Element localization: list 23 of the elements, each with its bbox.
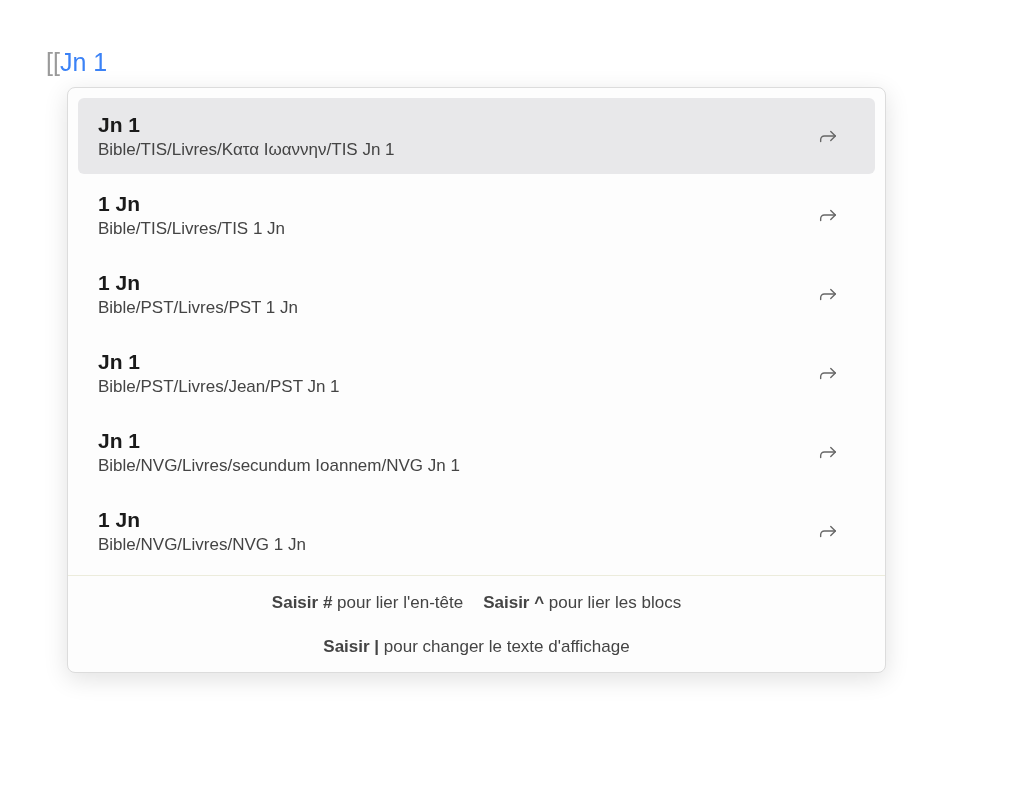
instruction-text: Saisir | pour changer le texte d'affichage [323,636,630,658]
suggestion-item[interactable]: 1 Jn Bible/PST/Livres/PST 1 Jn [78,256,875,332]
suggestion-title: Jn 1 [98,427,142,454]
suggestion-title: 1 Jn [98,506,142,533]
link-query: Jn 1 [59,48,108,76]
suggestion-path: Bible/PST/Livres/PST 1 Jn [98,296,298,319]
suggestion-title: 1 Jn [98,269,142,296]
link-brackets: [[ [46,48,60,76]
suggestion-item[interactable]: Jn 1 Bible/TIS/Livres/Κατα Ιωαννην/TIS Jn 1 [78,98,875,174]
suggestion-path: Bible/TIS/Livres/TIS 1 Jn [98,217,286,240]
instruction-text: Saisir # pour lier l'en-tête [271,592,464,614]
suggestion-path: Bible/PST/Livres/Jean/PST Jn 1 [98,375,340,398]
suggestion-item[interactable]: 1 Jn Bible/NVG/Livres/NVG 1 Jn [78,493,875,569]
suggestion-title: 1 Jn [98,190,142,217]
suggestion-path: Bible/TIS/Livres/Κατα Ιωαννην/TIS Jn 1 [98,138,395,161]
suggestion-item[interactable]: 1 Jn Bible/TIS/Livres/TIS 1 Jn [78,177,875,253]
suggestion-title: Jn 1 [98,111,142,138]
suggestion-item[interactable]: Jn 1 Bible/NVG/Livres/secundum Ioannem/NVG Jn 1 [78,414,875,490]
instruction-text: Saisir ^ pour lier les blocs [483,592,682,614]
suggestion-path: Bible/NVG/Livres/secundum Ioannem/NVG Jn 1 [98,454,460,477]
suggestion-path: Bible/NVG/Livres/NVG 1 Jn [98,533,306,556]
suggestion-item[interactable]: Jn 1 Bible/PST/Livres/Jean/PST Jn 1 [78,335,875,411]
suggestion-title: Jn 1 [98,348,142,375]
